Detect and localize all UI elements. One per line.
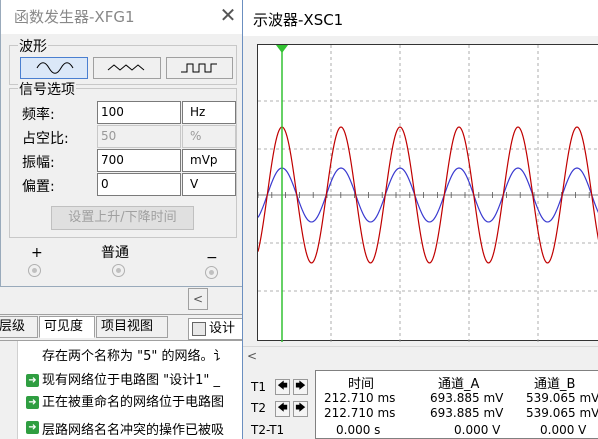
plus-terminal-label: + xyxy=(31,245,43,261)
minus-terminal-label: − xyxy=(206,250,218,266)
oscilloscope-screen[interactable] xyxy=(257,44,598,342)
frequency-input[interactable]: 100 xyxy=(97,101,181,124)
function-generator-window: 函数发生器-XFG1 ✕ 波形 信号选项 频率: 100 Hz 占空比: 50 … xyxy=(0,0,245,287)
duty-cycle-input: 50 xyxy=(97,125,181,148)
frequency-label: 频率: xyxy=(22,107,55,123)
common-terminal[interactable] xyxy=(112,264,125,277)
diff-time: 0.000 s xyxy=(336,423,381,437)
rise-fall-time-button: 设置上升/下降时间 xyxy=(51,206,194,230)
message-line: 存在两个名称为 "5" 的网络。讠 xyxy=(42,349,227,364)
t1-left-button[interactable]: 🡄 xyxy=(275,379,290,395)
arrow-right-icon: ➜ xyxy=(26,374,39,387)
tab-hierarchy[interactable]: 层级 xyxy=(0,316,38,338)
close-icon[interactable]: ✕ xyxy=(216,4,240,28)
message-line: 正在被重命名的网络位于电路图 xyxy=(42,395,225,410)
message-line: 层路网络名名冲突的操作已被吸 xyxy=(42,423,225,435)
time-column-header: 时间 xyxy=(348,377,375,392)
signal-options-label: 信号选项 xyxy=(18,79,76,99)
common-terminal-label: 普通 xyxy=(101,245,129,261)
cursor-diff-label: T2-T1 xyxy=(251,423,285,437)
diff-channel-b: 0.000 V xyxy=(540,423,587,437)
tab-design-label: 设计 xyxy=(209,321,236,336)
arrow-right-icon: ➜ xyxy=(26,396,39,409)
amplitude-label: 振幅: xyxy=(22,155,55,171)
square-wave-button[interactable] xyxy=(166,57,233,79)
function-generator-title: 函数发生器-XFG1 xyxy=(14,8,135,26)
t1-right-button[interactable]: 🡆 xyxy=(293,379,308,395)
tab-visibility[interactable]: 可见度 xyxy=(39,316,95,338)
square-wave-icon xyxy=(181,63,217,73)
t2-channel-a: 693.885 mV xyxy=(430,406,504,420)
minus-terminal[interactable] xyxy=(205,266,218,279)
message-gutter xyxy=(0,341,18,439)
oscilloscope-window: 示波器-XSC1 < T1 🡄 🡆 T2 🡄 🡆 T2-T1 时间 通道_A 通… xyxy=(242,0,598,439)
t1-channel-b: 539.065 mV xyxy=(526,391,598,405)
t2-time: 212.710 ms xyxy=(324,406,396,420)
arrow-right-icon: ➜ xyxy=(26,421,39,434)
t1-time: 212.710 ms xyxy=(324,391,396,405)
oscilloscope-titlebar[interactable]: 示波器-XSC1 xyxy=(243,0,598,36)
sine-wave-icon xyxy=(36,62,74,74)
duty-cycle-label: 占空比: xyxy=(22,131,69,147)
horizontal-scrollbar[interactable]: < xyxy=(243,346,598,366)
scroll-left-arrow[interactable]: < xyxy=(247,348,261,364)
cursor-t1-marker xyxy=(276,45,288,53)
channel-b-column-header: 通道_B xyxy=(534,377,576,392)
schematic-icon xyxy=(192,322,206,336)
scroll-left-button[interactable]: < xyxy=(188,288,208,310)
triangle-wave-icon xyxy=(107,64,145,71)
measurement-readout: 时间 通道_A 通道_B 212.710 ms 693.885 mV 539.0… xyxy=(315,370,598,439)
t2-channel-b: 539.065 mV xyxy=(526,406,598,420)
t1-channel-a: 693.885 mV xyxy=(430,391,504,405)
cursor-controls: T1 🡄 🡆 T2 🡄 🡆 T2-T1 xyxy=(243,370,313,439)
offset-label: 偏置: xyxy=(22,179,55,195)
cursor-t2-label: T2 xyxy=(251,401,266,415)
frequency-unit-select[interactable]: Hz xyxy=(182,101,236,124)
plus-terminal[interactable] xyxy=(28,264,41,277)
amplitude-unit-select[interactable]: mVp xyxy=(182,149,236,172)
channel-a-column-header: 通道_A xyxy=(438,377,480,392)
diff-channel-a: 0.000 V xyxy=(454,423,501,437)
duty-cycle-unit: % xyxy=(182,125,236,148)
function-generator-titlebar[interactable]: 函数发生器-XFG1 ✕ xyxy=(1,0,244,34)
message-pane: 存在两个名称为 "5" 的网络。讠 ➜ 现有网络位于电路图 "设计1" _ ➜ … xyxy=(0,340,245,439)
message-row: ➜ 层路网络名名冲突的操作已被吸 xyxy=(22,415,252,435)
waveform-display xyxy=(258,45,598,342)
message-row: ➜ 现有网络位于电路图 "设计1" _ xyxy=(22,371,252,391)
scope-grid xyxy=(258,45,598,342)
t2-left-button[interactable]: 🡄 xyxy=(275,401,290,417)
sine-wave-button[interactable] xyxy=(20,57,88,79)
tab-project-view[interactable]: 项目视图 xyxy=(96,316,168,338)
message-row: ➜ 正在被重命名的网络位于电路图 xyxy=(22,393,252,413)
offset-unit-select[interactable]: V xyxy=(182,173,236,196)
oscilloscope-title: 示波器-XSC1 xyxy=(253,11,344,29)
offset-input[interactable]: 0 xyxy=(97,173,181,196)
message-line: 现有网络位于电路图 "设计1" _ xyxy=(42,373,220,388)
triangle-wave-button[interactable] xyxy=(93,57,161,79)
cursor-t1-label: T1 xyxy=(251,380,266,394)
tab-design[interactable]: 设计 xyxy=(188,318,245,340)
t2-right-button[interactable]: 🡆 xyxy=(293,401,308,417)
waveform-group-label: 波形 xyxy=(18,36,48,56)
amplitude-input[interactable]: 700 xyxy=(97,149,181,172)
